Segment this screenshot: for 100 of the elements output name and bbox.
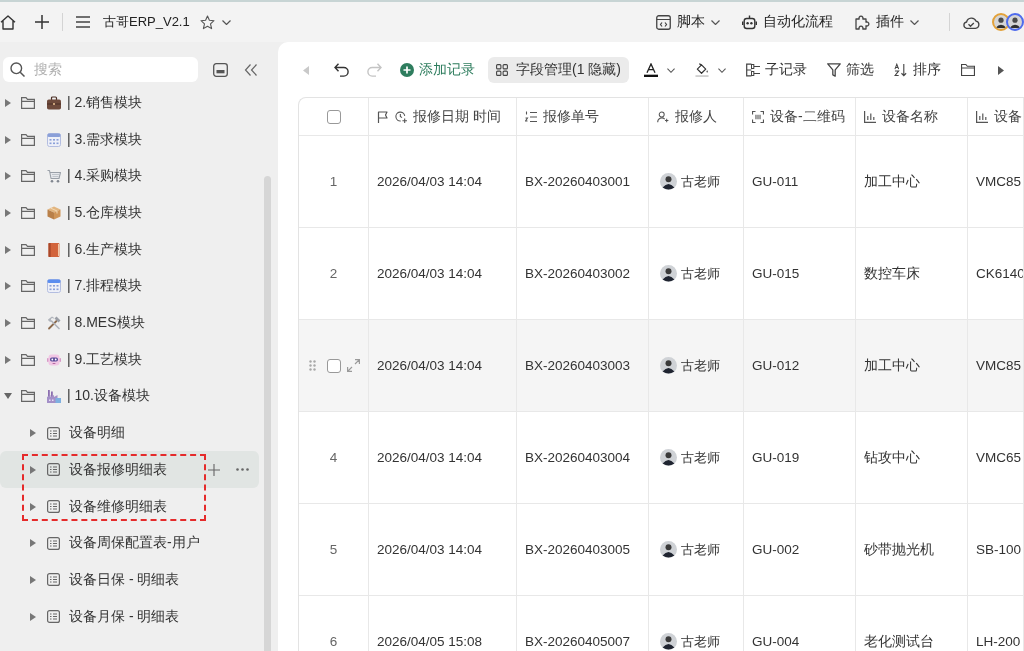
puzzle-icon — [855, 14, 870, 30]
folder-icon — [21, 243, 35, 256]
record-number-text: BX-20260403002 — [525, 266, 631, 281]
record-number-text: BX-20260403005 — [525, 542, 631, 557]
device-code-text: GU-015 — [752, 266, 800, 281]
column-header[interactable]: 报修单号 — [517, 98, 649, 136]
caret-right-icon[interactable] — [5, 135, 11, 144]
select-all-checkbox[interactable] — [326, 109, 341, 124]
plus-icon[interactable] — [208, 463, 220, 476]
grid-icon — [496, 64, 508, 76]
column-header[interactable]: 报修人 — [649, 98, 744, 136]
cart-icon — [47, 169, 61, 184]
column-header[interactable]: 报修日期 时间 — [369, 98, 517, 136]
filter-button[interactable]: 筛选 — [822, 57, 879, 83]
table-row[interactable]: 4 2026/04/03 14:04 BX-20260403004 古老师 GU-019 钻攻中心 VMC65 — [299, 412, 1024, 504]
tree-item[interactable]: 设备维修明细表 — [0, 488, 259, 525]
expand-icon[interactable] — [347, 359, 360, 372]
tree-item[interactable]: | 3.需求模块 — [0, 121, 259, 158]
folder-icon — [21, 207, 35, 219]
user-avatar-icon — [660, 357, 677, 374]
tree-item[interactable]: | 10.设备模块 — [0, 378, 259, 415]
caret-right-icon[interactable] — [30, 465, 36, 474]
caret-right-icon[interactable] — [30, 539, 36, 548]
tree-item[interactable]: | 4.采购模块 — [0, 157, 259, 195]
sidebar-scrollbar[interactable] — [264, 176, 271, 651]
table-row[interactable]: 6 2026/04/05 15:08 BX-20260405007 古老师 GU-004 老化测试台 LH-200 — [299, 596, 1024, 651]
tree-item[interactable]: | 9.工艺模块 — [0, 341, 259, 379]
tree-item[interactable]: 设备明细 — [0, 414, 259, 452]
home-icon[interactable] — [0, 14, 16, 30]
package-icon — [47, 206, 61, 220]
folder-icon — [21, 133, 35, 146]
table-row[interactable]: 2026/04/03 14:04 BX-20260403003 古老师 GU-012 加工中心 VMC85 — [299, 320, 1024, 412]
caret-right-icon[interactable] — [5, 209, 11, 217]
add-record-button[interactable]: 添加记录 — [397, 57, 478, 83]
column-header[interactable]: 设备名称 — [856, 98, 968, 136]
table-row[interactable]: 1 2026/04/03 14:04 BX-20260403001 古老师 GU-011 加工中心 VMC85 — [299, 136, 1024, 228]
subrecord-icon — [746, 63, 760, 77]
row-number: 2 — [329, 266, 338, 281]
filter-icon — [827, 63, 841, 77]
automation-button[interactable]: 自动化流程 — [738, 9, 837, 35]
caret-right-icon[interactable] — [5, 98, 11, 107]
user-avatar-icon — [660, 541, 677, 558]
plus-icon[interactable] — [35, 15, 49, 29]
tree-item[interactable]: | 8.MES模块 — [0, 304, 259, 342]
folder-icon — [21, 353, 35, 366]
search-field[interactable]: 搜索 — [3, 57, 198, 82]
panel-icon[interactable] — [213, 62, 228, 77]
tree-item[interactable]: 设备报修明细表 — [0, 451, 259, 489]
column-header[interactable]: 设备 — [968, 98, 1024, 136]
collapse-icon[interactable] — [244, 63, 258, 76]
caret-right-icon[interactable] — [30, 575, 36, 584]
tree-item[interactable]: | 6.生产模块 — [0, 231, 259, 269]
caret-right-icon[interactable] — [30, 502, 36, 511]
caret-right-icon[interactable] — [5, 172, 11, 181]
folder-icon — [21, 170, 35, 183]
tree-item[interactable]: | 5.仓库模块 — [0, 194, 259, 232]
tree-item[interactable]: | 2.销售模块 — [0, 84, 259, 122]
caret-right-icon[interactable] — [5, 355, 11, 364]
tree-item[interactable]: 设备月保 - 明细表 — [0, 598, 259, 635]
tree-item[interactable]: 设备周保配置表-用户 — [0, 524, 259, 562]
drag-handle-icon[interactable] — [309, 360, 316, 371]
tree-item[interactable]: | 7.排程模块 — [0, 268, 259, 305]
plus-circle-icon — [400, 63, 414, 77]
caret-down-icon[interactable] — [4, 393, 12, 400]
linked-field-text: VMC85 — [976, 174, 1021, 189]
linked-field-text: 加工中心 — [864, 172, 920, 191]
table-icon — [47, 500, 60, 513]
user-avatar-icon[interactable] — [1006, 13, 1024, 31]
plugin-button[interactable]: 插件 — [851, 9, 923, 35]
sort-button[interactable]: 排序 — [889, 57, 946, 83]
user-name: 古老师 — [681, 448, 720, 467]
tools-icon — [47, 316, 61, 331]
app-title: 古哥ERP_V2.1 — [103, 13, 190, 31]
user-avatar-icon[interactable] — [992, 13, 1010, 31]
linked-field-text: 老化测试台 — [864, 632, 934, 651]
row-number: 4 — [329, 450, 338, 465]
star-icon[interactable] — [199, 14, 215, 30]
column-header[interactable]: 设备-二维码 — [744, 98, 856, 136]
menu-icon[interactable] — [76, 16, 90, 28]
folder-icon — [21, 317, 35, 330]
script-button[interactable]: 脚本 — [652, 9, 724, 35]
cloud-check-icon[interactable] — [962, 15, 980, 29]
row-number: 5 — [329, 542, 338, 557]
datetime-text: 2026/04/03 14:04 — [377, 450, 483, 465]
datetime-text: 2026/04/05 15:08 — [377, 634, 483, 649]
chevron-down-icon[interactable] — [221, 19, 231, 25]
row-checkbox[interactable] — [327, 358, 341, 373]
caret-right-icon[interactable] — [5, 282, 11, 291]
more-icon[interactable] — [236, 468, 249, 472]
field-settings-button[interactable]: 字段管理(1 隐藏) — [488, 57, 629, 83]
caret-right-icon[interactable] — [5, 319, 11, 328]
caret-right-icon[interactable] — [30, 429, 36, 438]
table-row[interactable]: 5 2026/04/03 14:04 BX-20260403005 古老师 GU-002 砂带抛光机 SB-100 — [299, 504, 1024, 596]
tree-item[interactable]: 设备日保 - 明细表 — [0, 561, 259, 599]
caret-right-icon[interactable] — [5, 245, 11, 254]
subrecord-button[interactable]: 子记录 — [741, 57, 812, 83]
caret-right-icon[interactable] — [30, 612, 36, 621]
undo-icon[interactable] — [334, 63, 350, 77]
scroll-right-icon[interactable] — [998, 65, 1004, 75]
folder-icon — [21, 390, 35, 403]
